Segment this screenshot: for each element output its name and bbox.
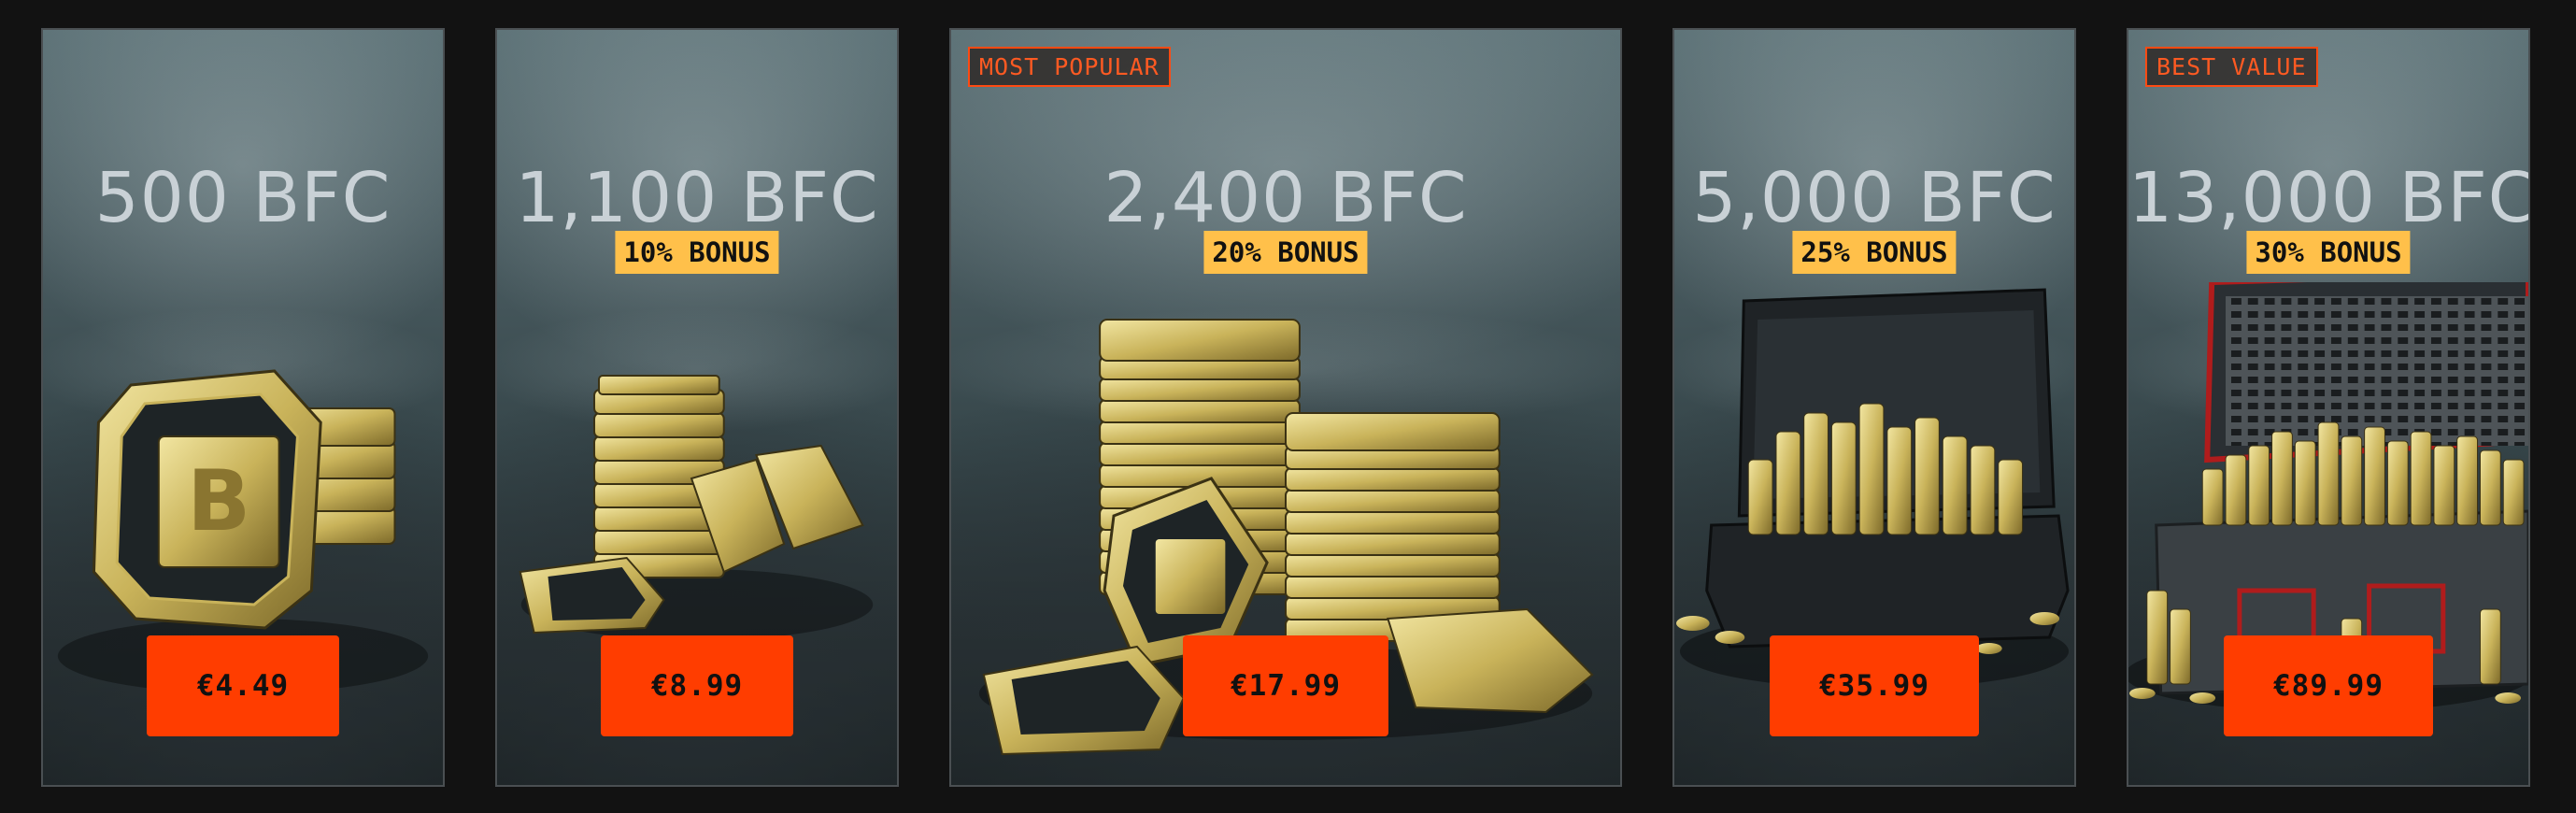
pack-amount: 5,000 BFC <box>1692 158 2057 238</box>
pack-card-5000[interactable]: 5,000 BFC 25% BONUS €35.99 <box>1672 28 2076 787</box>
bonus-badge: 10% BONUS <box>615 231 779 274</box>
pack-card-13000[interactable]: BEST VALUE 13,000 BFC 30% BONUS €89.99 <box>2127 28 2530 787</box>
pack-card-500[interactable]: 500 BFC B €4.49 <box>41 28 445 787</box>
pack-amount: 500 BFC <box>94 158 391 238</box>
bonus-badge: 20% BONUS <box>1203 231 1368 274</box>
pack-amount: 2,400 BFC <box>1103 158 1468 238</box>
currency-store: 500 BFC B €4.49 1,100 BFC 10% BONUS €8.9… <box>0 0 2576 813</box>
pack-card-1100[interactable]: 1,100 BFC 10% BONUS €8.99 <box>495 28 899 787</box>
pack-amount: 13,000 BFC <box>2128 158 2530 238</box>
buy-button[interactable]: €35.99 <box>1770 635 1979 736</box>
best-value-tag: BEST VALUE <box>2145 47 2318 87</box>
buy-button[interactable]: €89.99 <box>2224 635 2433 736</box>
svg-text:B: B <box>187 453 250 550</box>
pack-card-2400[interactable]: MOST POPULAR 2,400 BFC 20% BONUS €17.99 <box>949 28 1622 787</box>
buy-button[interactable]: €17.99 <box>1183 635 1388 736</box>
buy-button[interactable]: €4.49 <box>147 635 339 736</box>
buy-button[interactable]: €8.99 <box>601 635 793 736</box>
bonus-badge: 30% BONUS <box>2246 231 2411 274</box>
bonus-badge: 25% BONUS <box>1792 231 1957 274</box>
pack-amount: 1,100 BFC <box>515 158 879 238</box>
most-popular-tag: MOST POPULAR <box>968 47 1171 87</box>
